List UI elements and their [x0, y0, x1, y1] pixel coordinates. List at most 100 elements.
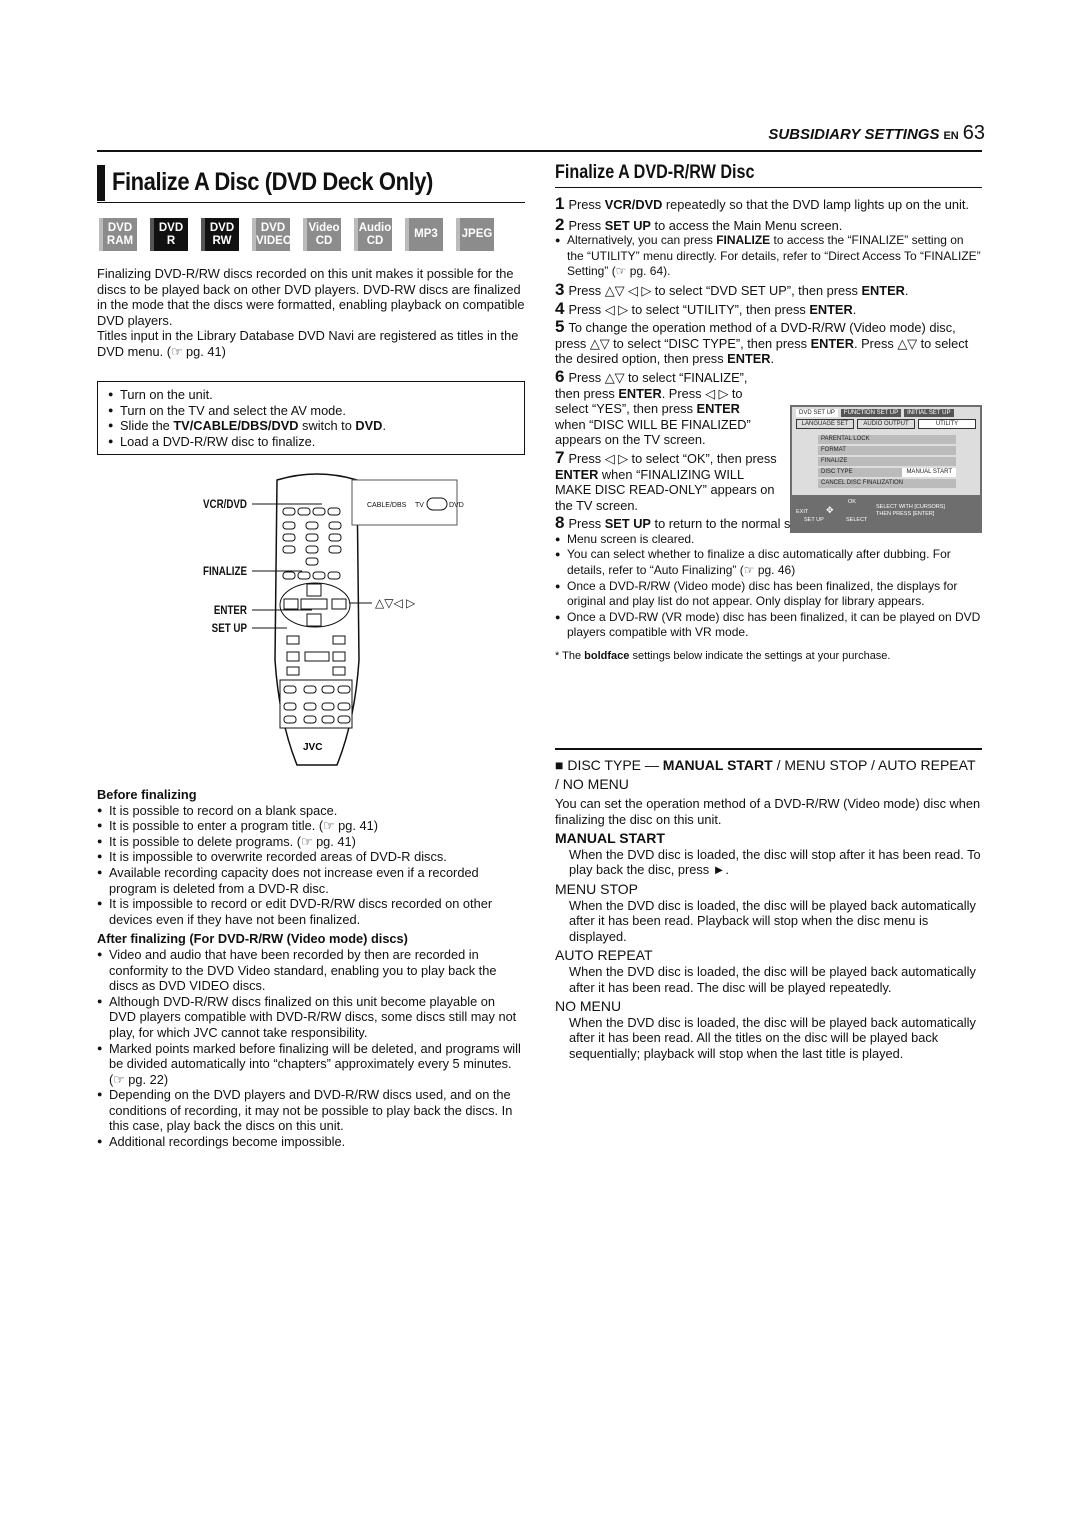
intro-paragraph: Finalizing DVD-R/RW discs recorded on th… — [97, 266, 525, 328]
option-description: When the DVD disc is loaded, the disc wi… — [569, 897, 976, 944]
text: Press — [568, 516, 605, 532]
after-item: Although DVD-R/RW discs finalized on thi… — [97, 994, 525, 1041]
text: . — [852, 301, 857, 317]
prep-item: Slide the TV/CABLE/DBS/DVD switch to DVD… — [108, 418, 514, 434]
badge-line: RAM — [106, 234, 134, 247]
bold-text: DVD — [355, 418, 383, 434]
badge-line: DVD — [260, 221, 286, 234]
disc-type-heading: ■ DISC TYPE — MANUAL START / MENU STOP /… — [555, 756, 982, 794]
label-vcr-dvd: VCR/DVD — [202, 499, 247, 511]
disc-badge: MP3 — [405, 218, 443, 251]
badge-line: CD — [366, 234, 384, 247]
disc-badge: DVD RW — [201, 218, 239, 251]
intro: Finalizing DVD-R/RW discs recorded on th… — [97, 266, 525, 360]
menu-item: PARENTAL LOCK — [818, 435, 956, 444]
text: Press — [568, 217, 605, 233]
label-cursors: △▽◁ ▷ — [375, 596, 416, 610]
after-heading: After finalizing (For DVD-R/RW (Video mo… — [97, 931, 408, 947]
disc-type-description: You can set the operation method of a DV… — [555, 796, 981, 827]
step-text: Press ◁ ▷ to select “UTILITY”, then pres… — [568, 302, 856, 317]
bold-text: FINALIZE — [716, 233, 771, 248]
option-description: When the DVD disc is loaded, the disc wi… — [569, 846, 981, 878]
text: Once a DVD-R/RW (Video mode) disc has be… — [567, 578, 958, 609]
text: Menu screen is cleared. — [567, 531, 695, 546]
disc-type-value: MANUAL START — [902, 468, 956, 477]
menu-item-label: DISC TYPE — [821, 469, 853, 475]
bold-text: ENTER — [555, 466, 599, 482]
text: ■ DISC TYPE — — [555, 757, 663, 773]
option-description: When the DVD disc is loaded, the disc wi… — [569, 963, 976, 995]
option-description: When the DVD disc is loaded, the disc wi… — [569, 1014, 976, 1061]
before-item: It is possible to record on a blank spac… — [97, 803, 525, 819]
label-enter: ENTER — [213, 605, 247, 617]
badge-line: Video — [308, 221, 340, 234]
menu-tab-dvd-setup: DVD SET UP — [796, 409, 838, 417]
preparation-box: Turn on the unit.Turn on the TV and sele… — [97, 381, 525, 455]
badge-line: DVD — [158, 221, 184, 234]
step-7: 7 Press ◁ ▷ to select “OK”, then press EN… — [555, 447, 777, 513]
badge-line: R — [166, 234, 176, 247]
disc-badge: DVD R — [150, 218, 188, 251]
label-setup: SET UP — [211, 623, 247, 635]
step-text: ■ DISC TYPE — MANUAL START / MENU STOP /… — [555, 757, 975, 792]
text: Turn on the TV and select the AV mode. — [120, 402, 346, 418]
step-text: Press SET UP to access the Main Menu scr… — [568, 218, 842, 233]
option-name: MENU STOP — [555, 880, 638, 897]
menu-tab-initial-setup: INITIAL SET UP — [904, 409, 954, 417]
badge-line: CD — [315, 234, 333, 247]
disc-badge: DVD RAM — [99, 218, 137, 251]
disc-type-section: ■ DISC TYPE — MANUAL START / MENU STOP /… — [555, 748, 982, 1062]
step-text: Press ◁ ▷ to select “OK”, then press ENT… — [555, 451, 777, 513]
step-text: Press VCR/DVD repeatedly so that the DVD… — [568, 197, 968, 212]
switch-label-dvd: DVD — [449, 502, 464, 509]
menu-item: CANCEL DISC FINALIZATION — [818, 479, 956, 488]
after-item: Marked points marked before finalizing w… — [97, 1041, 525, 1088]
prep-item: Load a DVD-R/RW disc to finalize. — [108, 434, 514, 450]
switch-label-cable: CABLE/DBS — [367, 502, 407, 509]
step-6: 6 Press △▽ to select “FINALIZE”, then pre… — [555, 366, 751, 448]
footnote: * The boldface settings below indicate t… — [555, 649, 982, 665]
menu-help-1: SELECT WITH [CURSORS] — [876, 504, 945, 510]
step-text: Alternatively, you can press FINALIZE to… — [567, 233, 981, 278]
option-name: NO MENU — [555, 998, 622, 1015]
step-5: 5 To change the operation method of a DVD… — [555, 317, 969, 367]
title-text: Finalize A Disc (DVD Deck Only) — [112, 168, 433, 196]
before-item: It is possible to enter a program title.… — [97, 818, 525, 834]
menu-item: DISC TYPE MANUAL START — [818, 468, 956, 477]
bold-text: ENTER — [809, 301, 853, 317]
switch-label-tv: TV — [415, 502, 424, 509]
menu-item: FORMAT — [818, 446, 956, 455]
bold-text: boldface — [584, 650, 630, 663]
disc-badge: DVD VIDEO — [252, 218, 292, 251]
disc-badge: Audio CD — [354, 218, 392, 251]
step-2: 2 Press SET UP to access the Main Menu sc… — [555, 214, 843, 234]
text: Load a DVD-R/RW disc to finalize. — [120, 433, 316, 449]
step-text: To change the operation method of a DVD-… — [555, 320, 968, 366]
menu-item-label: CANCEL DISC FINALIZATION — [821, 480, 904, 486]
menu-help-2: THEN PRESS [ENTER] — [876, 511, 935, 517]
menu-item-label: PARENTAL LOCK — [821, 436, 870, 442]
bold-text: MANUAL START — [662, 757, 773, 773]
option-name: MANUAL START — [555, 830, 665, 847]
cursor-pad-icon: ✥ — [826, 505, 834, 515]
before-item: It is possible to delete programs. (☞ pg… — [97, 834, 525, 850]
option-name: AUTO REPEAT — [555, 947, 653, 964]
before-item: It is impossible to overwrite recorded a… — [97, 849, 525, 865]
badge-line: VIDEO — [256, 234, 292, 247]
before-heading: Before finalizing — [97, 787, 197, 802]
text: Press △▽ ◁ ▷ to select “DVD SET UP”, the… — [568, 282, 862, 298]
badge-line: MP3 — [414, 228, 438, 240]
bold-text: ENTER — [696, 401, 740, 417]
step-text: Press △▽ ◁ ▷ to select “DVD SET UP”, the… — [568, 283, 908, 298]
step-8-note: Once a DVD-R/RW (Video mode) disc has be… — [555, 579, 982, 610]
text: . — [904, 282, 909, 298]
text: . — [770, 351, 775, 367]
bold-text: ENTER — [861, 282, 905, 298]
menu-subtab-language: LANGUAGE SET — [796, 419, 854, 429]
text: Slide the — [120, 418, 174, 434]
text: You can select whether to finalize a dis… — [567, 547, 951, 578]
text: Turn on the unit. — [120, 387, 213, 402]
menu-subtab-audio: AUDIO OUTPUT — [857, 419, 915, 429]
text: Alternatively, you can press — [567, 233, 717, 248]
finalizing-notes: Before finalizing It is possible to reco… — [97, 787, 525, 1150]
